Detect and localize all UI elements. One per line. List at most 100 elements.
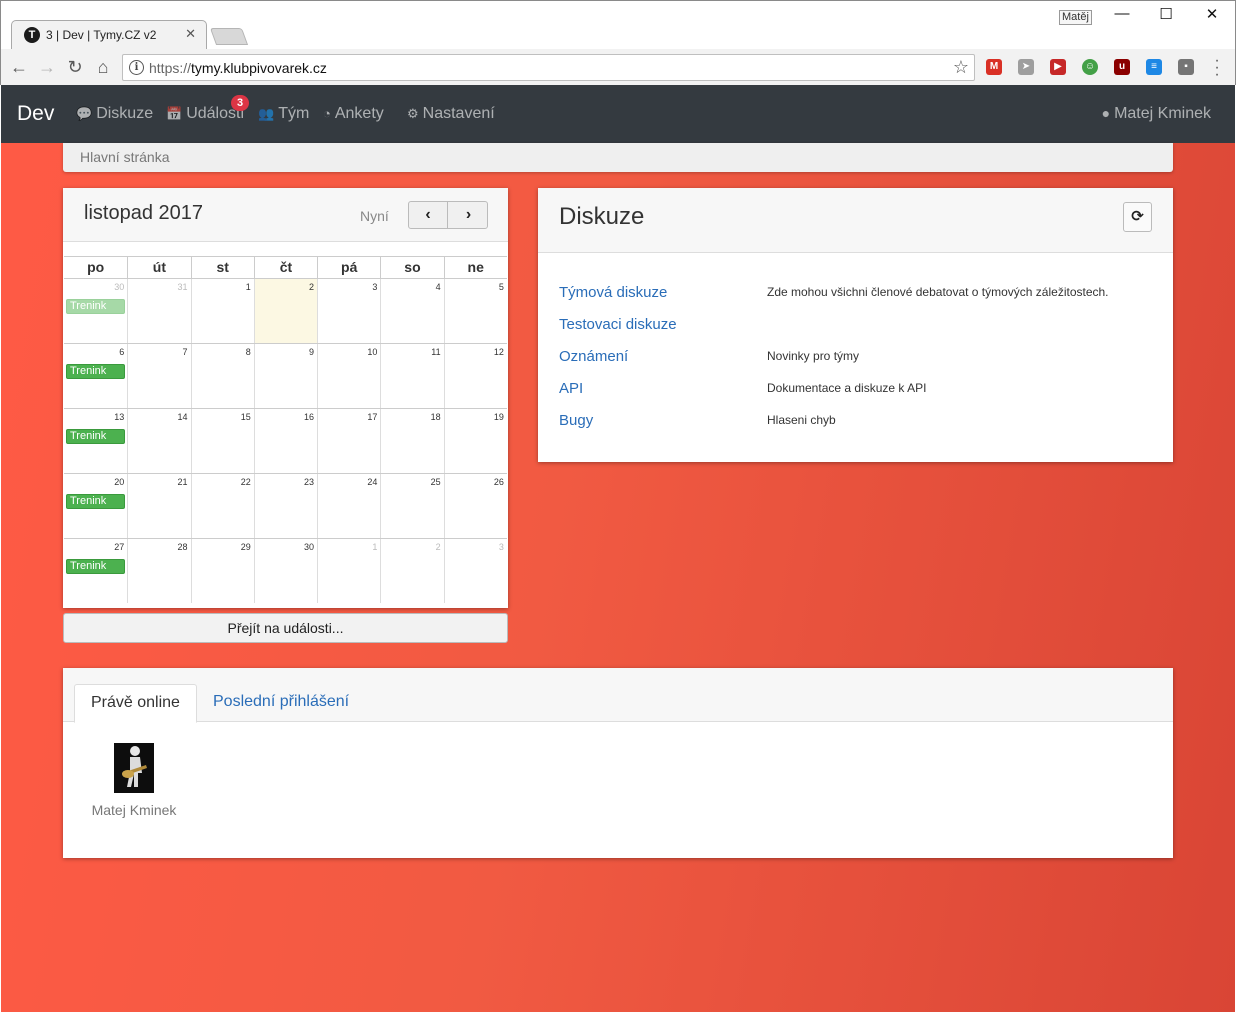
- discussion-description: Dokumentace a diskuze k API: [767, 381, 927, 395]
- calendar-header: listopad 2017 Nyní ‹ ›: [63, 188, 508, 242]
- calendar-event[interactable]: Trenink: [66, 559, 125, 574]
- calendar-day[interactable]: 11: [380, 344, 443, 408]
- send-extension-icon[interactable]: ➤: [1018, 59, 1034, 75]
- calendar-day[interactable]: 23: [253, 474, 317, 538]
- minimize-icon[interactable]: —: [1107, 5, 1137, 22]
- refresh-icon[interactable]: ⟳: [1123, 202, 1152, 232]
- profile-button[interactable]: Matěj: [1059, 10, 1092, 25]
- calendar-day[interactable]: 21: [127, 474, 190, 538]
- calendar-day[interactable]: 17: [317, 409, 380, 473]
- calendar-day[interactable]: 26: [443, 474, 507, 538]
- ublock-extension-icon[interactable]: u: [1114, 59, 1130, 75]
- tab-close-icon[interactable]: ✕: [185, 26, 196, 42]
- site-info-icon[interactable]: i: [129, 60, 144, 75]
- user-menu[interactable]: ● Matej Kminek: [1102, 105, 1211, 123]
- calendar-day[interactable]: 1: [317, 539, 380, 603]
- browser-menu-icon[interactable]: · · ·: [1211, 53, 1223, 83]
- address-bar[interactable]: i https://tymy.klubpivovarek.cz ☆: [122, 54, 975, 81]
- calendar-day[interactable]: 1: [190, 279, 254, 343]
- calendar-day[interactable]: 5: [443, 279, 507, 343]
- calendar-day[interactable]: 16: [253, 409, 317, 473]
- calendar-day[interactable]: 4: [380, 279, 443, 343]
- url-scheme: https://: [149, 60, 192, 76]
- breadcrumb-home[interactable]: Hlavní stránka: [80, 149, 169, 165]
- discussion-link[interactable]: API: [559, 380, 583, 397]
- calendar-day[interactable]: 10: [317, 344, 380, 408]
- gears-icon: ⚙: [407, 106, 419, 121]
- forward-icon[interactable]: →: [35, 55, 59, 79]
- discussions-title: Diskuze: [559, 203, 645, 230]
- nav-item-diskuze[interactable]: 💬 Diskuze: [76, 105, 153, 123]
- calendar-event[interactable]: Trenink: [66, 494, 125, 509]
- discussion-link[interactable]: Týmová diskuze: [559, 284, 667, 301]
- day-number: 7: [182, 347, 188, 357]
- note-extension-icon[interactable]: ▪: [1178, 59, 1194, 75]
- discussion-link[interactable]: Bugy: [559, 412, 593, 429]
- online-users-card: Právě online Poslední přihlášení Matej K…: [63, 668, 1173, 858]
- maximize-icon[interactable]: ☐: [1151, 5, 1181, 23]
- browser-tab[interactable]: T 3 | Dev | Tymy.CZ v2 ✕: [11, 20, 207, 49]
- calendar-day[interactable]: 24: [317, 474, 380, 538]
- calendar-day[interactable]: 12: [443, 344, 507, 408]
- url-text[interactable]: https://tymy.klubpivovarek.cz: [149, 60, 327, 76]
- calendar-day[interactable]: 29: [190, 539, 254, 603]
- calendar-day[interactable]: 22: [190, 474, 254, 538]
- calendar-event[interactable]: Trenink: [66, 429, 125, 444]
- calendar-day[interactable]: 2: [380, 539, 443, 603]
- calendar-day[interactable]: 30: [253, 539, 317, 603]
- calendar-day[interactable]: 9: [253, 344, 317, 408]
- calendar-day[interactable]: 18: [380, 409, 443, 473]
- brand-link[interactable]: Dev: [17, 102, 54, 126]
- avatar[interactable]: [114, 743, 154, 793]
- new-tab-button[interactable]: [209, 28, 249, 45]
- day-number: 15: [240, 412, 251, 422]
- calendar-day[interactable]: 27 Trenink: [64, 539, 127, 603]
- calendar-weeks: 30 Trenink 31 1 2 3 4 5 6 Trenink 7 8 9 10 11 12 13 Treni…: [64, 278, 507, 603]
- calendar-day[interactable]: 14: [127, 409, 190, 473]
- home-icon[interactable]: ⌂: [91, 55, 115, 79]
- back-icon[interactable]: ←: [7, 55, 31, 79]
- calendar-today-button[interactable]: Nyní: [360, 208, 389, 224]
- calendar-day[interactable]: 30 Trenink: [64, 279, 127, 343]
- calendar-day[interactable]: 19: [443, 409, 507, 473]
- discussions-card: Diskuze ⟳ Týmová diskuze Zde mohou všich…: [538, 188, 1173, 462]
- calendar-event[interactable]: Trenink: [66, 364, 125, 379]
- tab-now-online[interactable]: Právě online: [74, 684, 197, 723]
- reload-icon[interactable]: ↻: [63, 55, 87, 79]
- nav-item-nastaveni[interactable]: ⚙ Nastavení: [407, 105, 495, 123]
- chevron-left-icon[interactable]: ‹: [409, 202, 448, 228]
- chevron-right-icon[interactable]: ›: [449, 202, 488, 228]
- calendar-day[interactable]: 3: [443, 539, 507, 603]
- calendar-day[interactable]: 31: [127, 279, 190, 343]
- calendar-day-today[interactable]: 2: [253, 279, 318, 343]
- media-extension-icon[interactable]: ▶: [1050, 59, 1066, 75]
- calendar-day[interactable]: 15: [190, 409, 254, 473]
- calendar-day[interactable]: 25: [380, 474, 443, 538]
- calendar-day[interactable]: 20 Trenink: [64, 474, 127, 538]
- discussion-row: Bugy Hlaseni chyb: [559, 412, 1159, 444]
- calendar-day[interactable]: 8: [190, 344, 254, 408]
- calendar-day[interactable]: 3: [317, 279, 380, 343]
- discussion-link[interactable]: Testovaci diskuze: [559, 316, 677, 333]
- calendar-day[interactable]: 7: [127, 344, 190, 408]
- discussion-link[interactable]: Oznámení: [559, 348, 628, 365]
- gmail-extension-icon[interactable]: M: [986, 59, 1002, 75]
- close-window-icon[interactable]: ✕: [1197, 5, 1227, 23]
- calendar-day[interactable]: 6 Trenink: [64, 344, 127, 408]
- tab-last-login[interactable]: Poslední přihlášení: [197, 684, 365, 723]
- day-number: 18: [430, 412, 441, 422]
- browser-window: T 3 | Dev | Tymy.CZ v2 ✕ Matěj — ☐ ✕ ← →…: [0, 0, 1236, 86]
- online-user-name[interactable]: Matej Kminek: [63, 802, 205, 818]
- bookmark-star-icon[interactable]: ☆: [953, 57, 969, 78]
- nav-item-ankety[interactable]: ◔ Ankety: [323, 105, 384, 123]
- day-number: 5: [498, 282, 504, 292]
- chat-extension-icon[interactable]: ☺: [1082, 59, 1098, 75]
- calendar-day[interactable]: 13 Trenink: [64, 409, 127, 473]
- nav-item-label: Tým: [278, 105, 310, 122]
- buffer-extension-icon[interactable]: ≡: [1146, 59, 1162, 75]
- nav-item-tym[interactable]: 👥 Tým: [258, 105, 309, 123]
- calendar-day[interactable]: 28: [127, 539, 190, 603]
- go-to-events-button[interactable]: Přejít na události...: [63, 613, 508, 643]
- calendar-event[interactable]: Trenink: [66, 299, 125, 314]
- day-number: 22: [240, 477, 251, 487]
